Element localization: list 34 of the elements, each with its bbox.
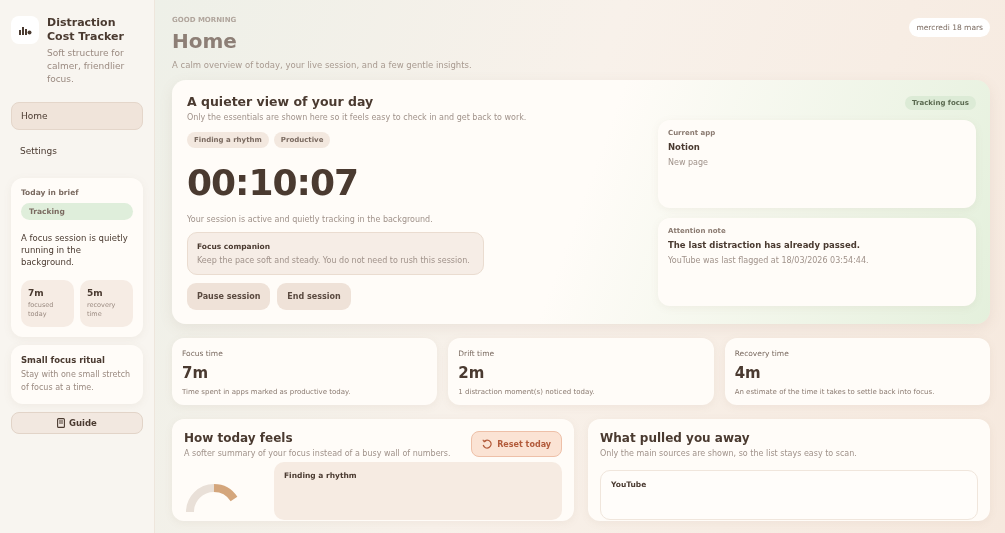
attention-text: YouTube was last flagged at 18/03/2026 03:54:44. [668,256,870,265]
stat-value: 7m [28,288,45,298]
attention-title: The last distraction has already passed. [668,240,861,250]
stat-value: 4m [734,364,762,382]
card-subtitle: Only the essentials are shown here so it feels easy to check in and get back to work. [187,113,528,122]
companion-text: Keep the pace soft and steady. You do not need to rush this session. [197,256,471,265]
nav-item[interactable]: Settings [11,138,143,164]
ritual-text: Stay with one small stretch of focus at a time. [21,369,132,394]
session-timer: 00:10:07 [187,162,360,203]
reset-button[interactable]: Reset today [471,431,562,457]
page-title: Home [172,29,238,53]
session-button[interactable]: End session [277,283,351,310]
stat-value: 7m [182,364,210,382]
book-icon [57,418,66,428]
stat-value: 2m [458,364,486,382]
reset-icon [482,439,493,449]
session-status: Your session is active and quietly tracking in the background. [187,215,434,224]
card-title: How today feels [184,431,294,445]
card-title: Small focus ritual [21,355,107,365]
card-title: What pulled you away [600,431,751,445]
guide-button[interactable]: Guide [11,412,143,434]
card-subtitle: A softer summary of your focus instead of a busy wall of numbers. [184,449,451,458]
app-detail: New page [668,158,709,167]
app-name: Distraction Cost Tracker [47,16,125,44]
nav-item[interactable]: Home [11,102,143,130]
card-subtitle: Only the main sources are shown, so the list stays easy to scan. [600,449,858,458]
stat-value: 5m [87,288,104,298]
page-subtitle: A calm overview of today, your live session, and a few gentle insights. [172,60,472,70]
brief-text: A focus session is quietly running in the background. [21,232,129,268]
session-button[interactable]: Pause session [187,283,271,310]
chart-logo-icon [18,24,32,36]
card-title: A quieter view of your day [187,94,375,109]
app-name-text: Notion [668,142,701,152]
app-tagline: Soft structure for calmer, friendlier focus. [47,47,126,86]
